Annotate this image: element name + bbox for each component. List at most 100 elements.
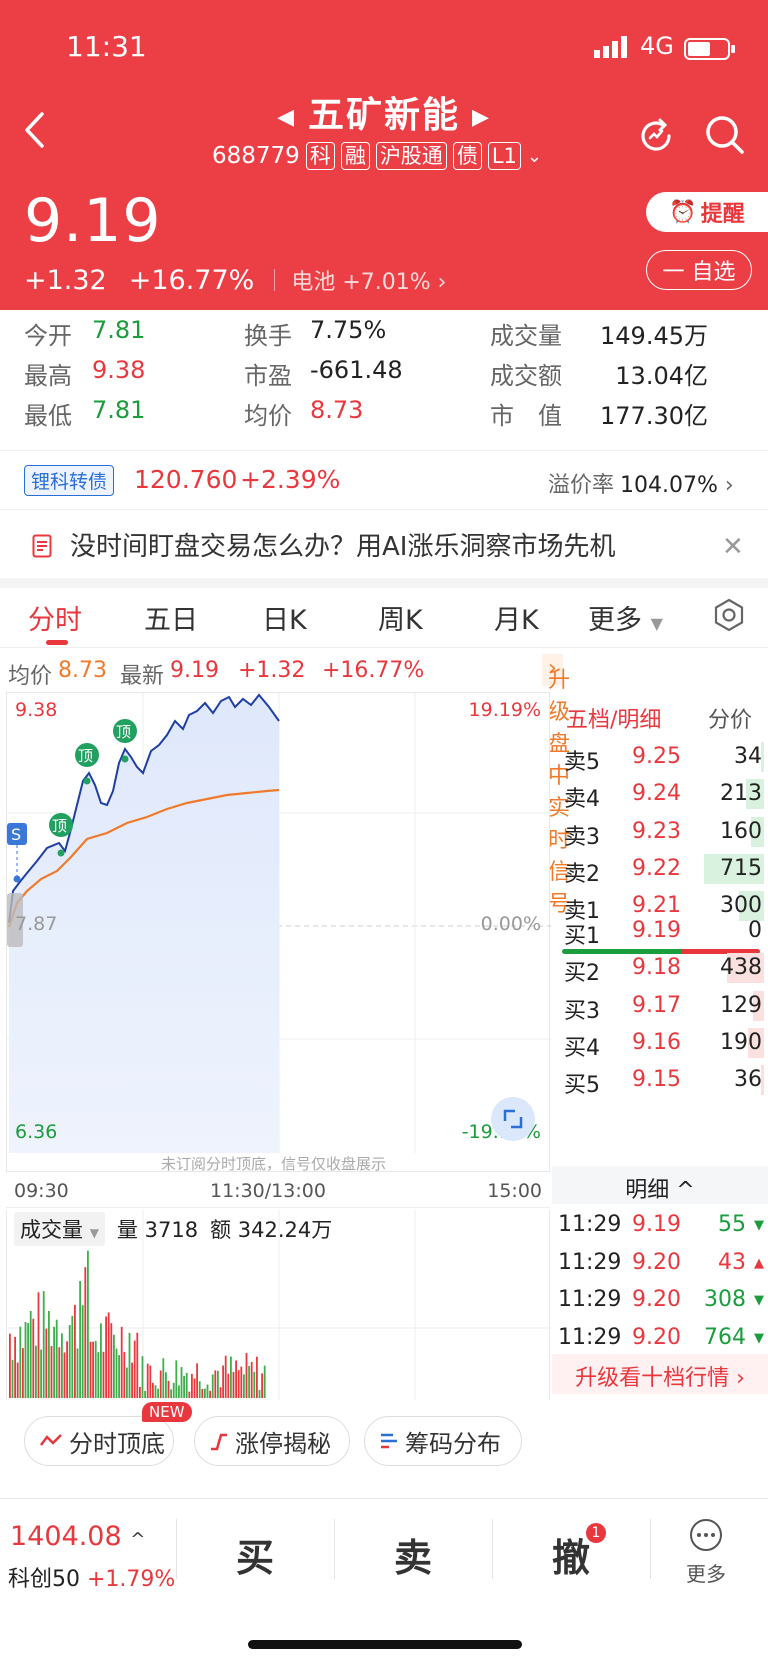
stock-header: 11:31 4G ◀ 五矿新能 ▶ 688779 科 融 沪股通 债 L1 ⌄ 9.… <box>0 0 768 310</box>
intraday-chart[interactable]: S 顶 顶 顶 9.38 7.87 6.36 19.19% 0.00% -19.… <box>6 692 551 1173</box>
volume-bar <box>261 1373 263 1398</box>
premium-rate: 溢价率 104.07% › <box>548 473 734 498</box>
top-bottom-tool[interactable]: 分时顶底 <box>24 1416 174 1466</box>
sector-link[interactable]: 电池 +7.01% › <box>291 264 446 296</box>
next-stock-icon[interactable]: ▶ <box>472 105 491 130</box>
ask-label: 卖4 <box>564 787 600 813</box>
tab-more[interactable]: 更多 ▼ <box>588 598 663 637</box>
price-change-pct: +16.77% <box>128 264 255 296</box>
bid-level-row[interactable]: 买2 9.18 438 <box>552 951 768 987</box>
bid-level-row[interactable]: 买5 9.15 36 <box>552 1063 768 1098</box>
volume-bar <box>68 1325 71 1398</box>
more-button[interactable]: 更多 <box>686 1517 726 1587</box>
ask-price: 9.22 <box>632 855 681 881</box>
volume-bar <box>74 1304 76 1398</box>
bid-level-row[interactable]: 买3 9.17 129 <box>552 989 768 1024</box>
volume-bar <box>37 1292 40 1398</box>
trade-price: 9.20 <box>632 1324 681 1350</box>
detail-header[interactable]: 明细 ^ <box>552 1166 768 1204</box>
tab-five-level[interactable]: 五档/明细 <box>566 708 661 733</box>
turnover-label: 换手 <box>244 322 292 350</box>
tab-monthly-k[interactable]: 月K <box>494 598 539 637</box>
convertible-bond-row[interactable]: 锂科转债 120.760 +2.39% 溢价率 104.07% › <box>0 450 768 510</box>
tab-daily-k[interactable]: 日K <box>262 598 307 637</box>
ask-volume: 160 <box>720 818 762 844</box>
home-indicator <box>248 1640 522 1649</box>
volume-bar <box>185 1372 188 1398</box>
buy-button[interactable]: 买 <box>236 1527 274 1582</box>
search-icon[interactable] <box>704 114 746 156</box>
avg-line-label: 均价 <box>8 664 53 689</box>
volume-bar <box>250 1361 253 1398</box>
volume-bar <box>42 1291 45 1398</box>
ask-level-row[interactable]: 卖4 9.24 213 <box>552 777 768 813</box>
index-value[interactable]: 1404.08 ^ <box>10 1521 145 1552</box>
remind-button[interactable]: ⏰ 提醒 <box>646 192 768 232</box>
expand-icon[interactable] <box>491 1097 535 1141</box>
cancel-order-button[interactable]: 撤 <box>552 1527 590 1582</box>
amount-value: 13.04亿 <box>615 362 708 390</box>
ask-price: 9.24 <box>632 781 681 807</box>
volume-bar <box>9 1333 11 1398</box>
settings-icon[interactable] <box>712 598 746 632</box>
chart-tabs: 分时 五日 日K 周K 月K 更多 ▼ <box>0 588 768 648</box>
pe-value: -661.48 <box>310 356 403 384</box>
volume-bar <box>126 1367 128 1398</box>
y-max-label: 9.38 <box>15 699 58 721</box>
volume-bar <box>144 1391 146 1398</box>
volume-bar <box>19 1326 22 1398</box>
volume-bar <box>146 1363 149 1398</box>
chart-note: 未订阅分时顶底，信号仅收盘展示 <box>161 1155 387 1173</box>
bid-level-row[interactable]: 买1 9.19 0 <box>552 914 768 949</box>
watchlist-button[interactable]: 一 自选 <box>646 250 752 290</box>
ask-level-row[interactable]: 卖2 9.22 715 <box>552 852 768 887</box>
tab-weekly-k[interactable]: 周K <box>378 598 423 637</box>
volume-bar <box>24 1321 27 1398</box>
bid-price: 9.18 <box>632 955 681 981</box>
upgrade-depth-button[interactable]: 升级看十档行情 › <box>552 1354 768 1394</box>
sell-button[interactable]: 卖 <box>394 1527 432 1582</box>
tag-level: L1 <box>487 142 521 170</box>
volume-bar <box>11 1359 14 1398</box>
ask-volume: 213 <box>720 781 762 807</box>
index-row: 科创50 +1.79% <box>8 1567 176 1592</box>
volume-bar <box>45 1328 48 1398</box>
close-icon[interactable]: ✕ <box>722 532 744 562</box>
volume-bar <box>50 1346 53 1398</box>
prev-stock-icon[interactable]: ◀ <box>277 105 296 130</box>
bid-level-row[interactable]: 买4 9.16 190 <box>552 1026 768 1061</box>
volume-selector[interactable]: 成交量 ▼ <box>14 1212 105 1246</box>
ask-level-row[interactable]: 卖3 9.23 160 <box>552 815 768 850</box>
trade-price: 9.20 <box>632 1249 681 1275</box>
ask-level-row[interactable]: 卖5 9.25 34 <box>552 740 768 775</box>
open-value: 7.81 <box>92 316 146 344</box>
tab-five-day[interactable]: 五日 <box>144 598 198 637</box>
volume-bar <box>227 1373 230 1398</box>
tab-price-dist[interactable]: 分价 <box>708 702 752 734</box>
change-row: +1.32 +16.77% 电池 +7.01% › <box>24 264 446 296</box>
limit-up-tool[interactable]: 涨停揭秘 <box>194 1416 350 1466</box>
tab-intraday[interactable]: 分时 <box>28 598 82 637</box>
trade-row: 11:29 9.20 764 ▼ <box>552 1321 768 1357</box>
trade-time: 11:29 <box>558 1249 622 1275</box>
bid-label: 买3 <box>564 998 600 1024</box>
network-label: 4G <box>640 32 674 60</box>
volume-bar <box>219 1387 222 1398</box>
trade-time: 11:29 <box>558 1212 622 1237</box>
bond-tag: 锂科转债 <box>24 465 115 496</box>
time-mid: 11:30/13:00 <box>210 1180 326 1202</box>
volume-bar <box>188 1391 191 1398</box>
upgrade-signal-button[interactable]: 升级盘中实时信号 › <box>542 654 570 917</box>
volume-bar <box>94 1340 97 1398</box>
bid-label: 买2 <box>564 961 600 987</box>
chips-tool[interactable]: 筹码分布 <box>364 1416 522 1466</box>
volume-bar <box>183 1375 185 1398</box>
trade-direction-icon: ▼ <box>754 1218 764 1233</box>
bond-price: 120.760 <box>134 465 238 494</box>
chevron-down-icon[interactable]: ⌄ <box>527 146 542 167</box>
ad-banner[interactable]: 没时间盯盘交易怎么办？用AI涨乐洞察市场先机 ✕ <box>0 512 768 578</box>
refresh-icon[interactable] <box>636 116 676 156</box>
volume-bar <box>87 1250 89 1398</box>
trade-row: 11:29 9.19 55 ▼ <box>552 1208 768 1244</box>
turnover-value: 7.75% <box>310 316 387 344</box>
